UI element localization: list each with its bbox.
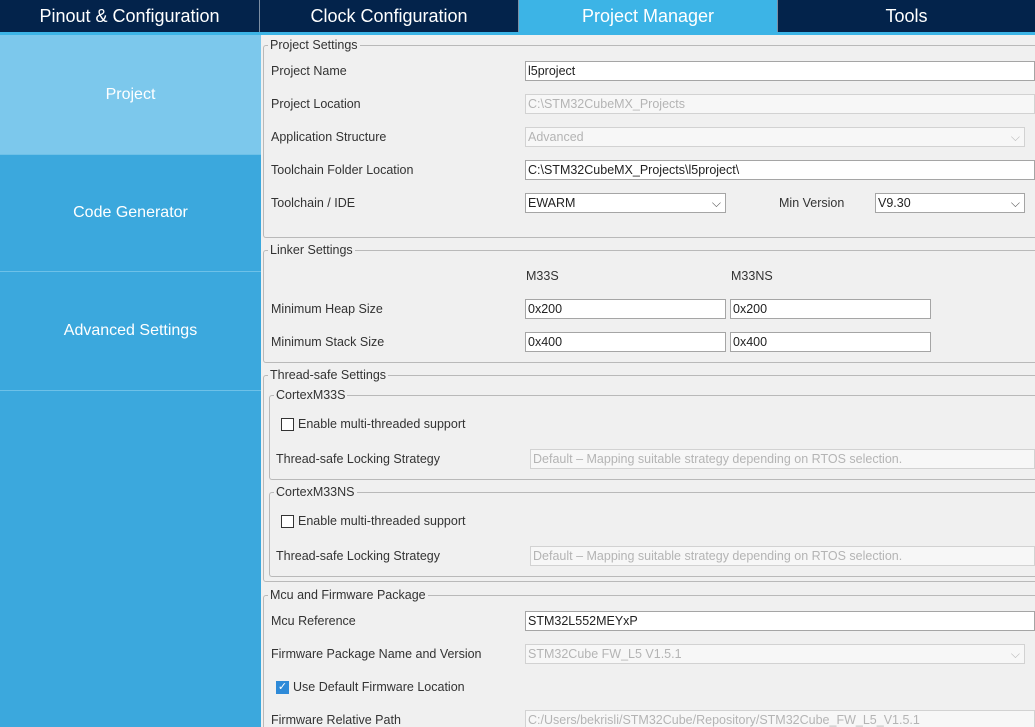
tab-project-manager[interactable]: Project Manager <box>519 0 777 32</box>
chevron-down-icon: ⌵ <box>1010 647 1020 661</box>
stack-size-m33s-value: 0x400 <box>528 335 563 349</box>
project-location-value: C:\STM32CubeMX_Projects <box>528 97 686 111</box>
column-header-m33ns: M33NS <box>731 269 773 283</box>
sidebar-item-code-generator[interactable]: Code Generator <box>0 155 261 272</box>
min-heap-size-label: Minimum Heap Size <box>271 302 383 316</box>
stack-size-m33ns-value: 0x400 <box>733 335 768 349</box>
use-default-firmware-label: Use Default Firmware Location <box>293 680 465 694</box>
column-header-m33s: M33S <box>526 269 559 283</box>
checkmark-icon: ✓ <box>277 681 288 693</box>
sidebar: Project Code Generator Advanced Settings <box>0 35 261 727</box>
project-name-label: Project Name <box>271 64 347 78</box>
firmware-path-label: Firmware Relative Path <box>271 713 401 727</box>
project-location-input: C:\STM32CubeMX_Projects <box>525 94 1035 114</box>
enable-multithread-m33ns-checkbox[interactable] <box>281 515 294 528</box>
min-version-label: Min Version <box>779 196 845 210</box>
tab-tools[interactable]: Tools <box>777 0 1035 32</box>
min-stack-size-label: Minimum Stack Size <box>271 335 385 349</box>
chevron-down-icon: ⌵ <box>1010 196 1020 210</box>
mcu-reference-input[interactable]: STM32L552MEYxP <box>525 611 1035 631</box>
heap-size-m33s-input[interactable]: 0x200 <box>525 299 726 319</box>
heap-size-m33s-value: 0x200 <box>528 302 563 316</box>
enable-multithread-m33s-checkbox[interactable] <box>281 418 294 431</box>
application-structure-label: Application Structure <box>271 130 387 144</box>
group-legend: Mcu and Firmware Package <box>268 588 428 603</box>
heap-size-m33ns-value: 0x200 <box>733 302 768 316</box>
mcu-reference-label: Mcu Reference <box>271 614 356 628</box>
tab-label: Tools <box>885 5 928 26</box>
toolchain-ide-select[interactable]: EWARM ⌵ <box>525 193 726 213</box>
toolchain-folder-value: C:\STM32CubeMX_Projects\l5project\ <box>528 163 740 177</box>
group-legend: CortexM33S <box>274 388 348 403</box>
top-tab-bar: Pinout & Configuration Clock Configurati… <box>0 0 1035 34</box>
group-legend: CortexM33NS <box>274 485 357 500</box>
locking-strategy-m33s-select: Default – Mapping suitable strategy depe… <box>530 449 1035 469</box>
use-default-firmware-checkbox[interactable]: ✓ <box>276 681 289 694</box>
heap-size-m33ns-input[interactable]: 0x200 <box>730 299 931 319</box>
tab-label: Clock Configuration <box>310 5 468 26</box>
main-panel: Project Settings Project Name l5project … <box>261 35 1035 727</box>
locking-strategy-m33ns-select: Default – Mapping suitable strategy depe… <box>530 546 1035 566</box>
min-version-select[interactable]: V9.30 ⌵ <box>875 193 1025 213</box>
toolchain-ide-value: EWARM <box>528 196 576 210</box>
locking-strategy-m33s-value: Default – Mapping suitable strategy depe… <box>533 452 903 466</box>
firmware-package-label: Firmware Package Name and Version <box>271 647 482 661</box>
sidebar-item-project[interactable]: Project <box>0 35 261 155</box>
group-legend: Project Settings <box>268 38 360 53</box>
toolchain-ide-label: Toolchain / IDE <box>271 196 356 210</box>
enable-multithread-m33s-label: Enable multi-threaded support <box>298 417 466 431</box>
sidebar-item-label: Code Generator <box>73 204 188 221</box>
application-structure-value: Advanced <box>528 130 584 144</box>
locking-strategy-m33ns-value: Default – Mapping suitable strategy depe… <box>533 549 903 563</box>
locking-strategy-m33ns-label: Thread-safe Locking Strategy <box>276 549 440 563</box>
min-version-value: V9.30 <box>878 196 911 210</box>
enable-multithread-m33ns-label: Enable multi-threaded support <box>298 514 466 528</box>
sidebar-item-label: Project <box>105 85 156 103</box>
tab-clock-configuration[interactable]: Clock Configuration <box>260 0 519 32</box>
project-name-value: l5project <box>528 64 576 78</box>
application-structure-select: Advanced ⌵ <box>525 127 1025 147</box>
project-name-input[interactable]: l5project <box>525 61 1035 81</box>
project-location-label: Project Location <box>271 97 361 111</box>
toolchain-folder-input[interactable]: C:\STM32CubeMX_Projects\l5project\ <box>525 160 1035 180</box>
tab-pinout-configuration[interactable]: Pinout & Configuration <box>0 0 260 32</box>
locking-strategy-m33s-label: Thread-safe Locking Strategy <box>276 452 440 466</box>
group-legend: Thread-safe Settings <box>268 368 389 383</box>
chevron-down-icon: ⌵ <box>711 196 721 210</box>
tab-label: Project Manager <box>581 5 715 26</box>
tab-label: Pinout & Configuration <box>39 5 220 26</box>
firmware-package-value: STM32Cube FW_L5 V1.5.1 <box>528 647 682 661</box>
firmware-package-select: STM32Cube FW_L5 V1.5.1 ⌵ <box>525 644 1025 664</box>
mcu-reference-value: STM32L552MEYxP <box>528 614 638 628</box>
sidebar-item-advanced-settings[interactable]: Advanced Settings <box>0 272 261 391</box>
chevron-down-icon: ⌵ <box>1010 130 1020 144</box>
stack-size-m33s-input[interactable]: 0x400 <box>525 332 726 352</box>
stack-size-m33ns-input[interactable]: 0x400 <box>730 332 931 352</box>
firmware-path-value: C:/Users/bekrisli/STM32Cube/Repository/S… <box>528 713 920 727</box>
sidebar-item-label: Advanced Settings <box>63 322 198 339</box>
toolchain-folder-label: Toolchain Folder Location <box>271 163 414 177</box>
firmware-path-input: C:/Users/bekrisli/STM32Cube/Repository/S… <box>525 710 1035 727</box>
group-legend: Linker Settings <box>268 243 355 258</box>
